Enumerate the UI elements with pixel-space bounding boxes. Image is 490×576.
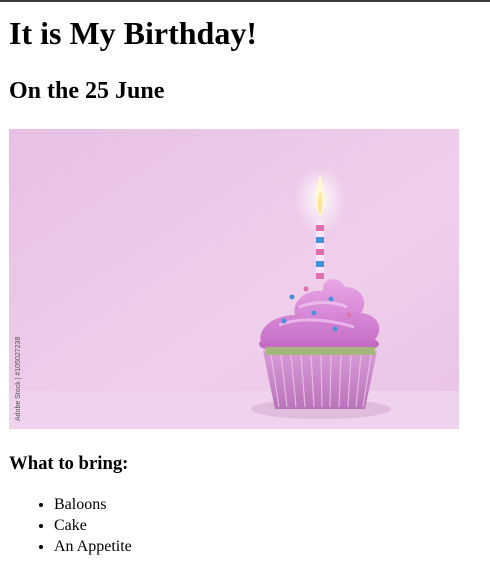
page-title: It is My Birthday! <box>9 15 257 51</box>
list-item: Baloons <box>54 494 490 515</box>
cupcake-image: Adobe Stock | #105027238 <box>9 129 459 429</box>
bring-list: Baloons Cake An Appetite <box>9 494 490 557</box>
candle-icon <box>316 219 324 279</box>
cupcake-wrapper-icon <box>263 347 377 409</box>
image-watermark: Adobe Stock | #105027238 <box>15 337 22 421</box>
page-content: It is My Birthday! On the 25 June Adobe … <box>0 14 490 557</box>
list-item: An Appetite <box>54 536 490 557</box>
date-heading: On the 25 June <box>9 78 165 104</box>
bring-heading: What to bring: <box>9 453 129 474</box>
list-item: Cake <box>54 515 490 536</box>
